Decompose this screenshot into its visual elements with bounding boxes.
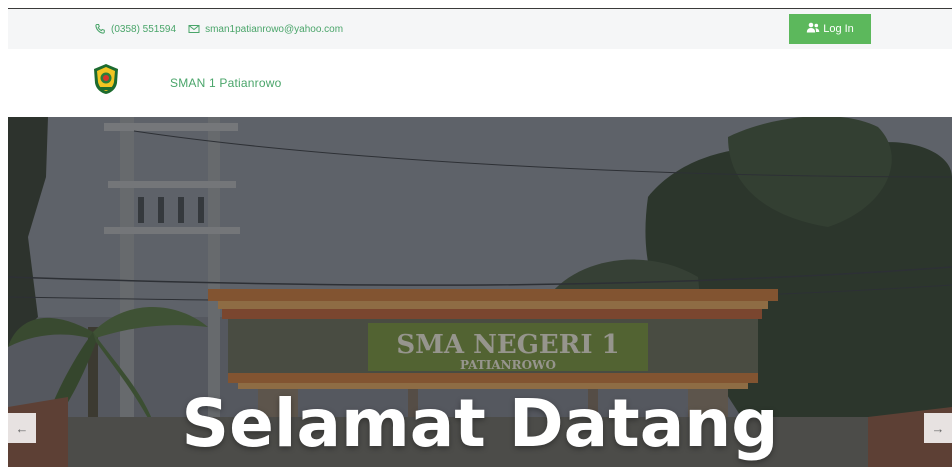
hero-title: Selamat Datang bbox=[181, 385, 779, 462]
slider-prev-button[interactable]: ← bbox=[8, 413, 36, 443]
school-logo[interactable] bbox=[92, 63, 120, 95]
top-contact-bar: (0358) 551594 sman1patianrowo@yahoo.com … bbox=[8, 9, 952, 49]
mail-icon bbox=[188, 23, 200, 35]
phone-number[interactable]: (0358) 551594 bbox=[111, 24, 176, 35]
site-title[interactable]: SMAN 1 Patianrowo bbox=[170, 76, 281, 90]
email-address[interactable]: sman1patianrowo@yahoo.com bbox=[205, 24, 343, 35]
arrow-left-icon: ← bbox=[15, 420, 29, 436]
arrow-right-icon: → bbox=[931, 420, 945, 436]
login-button[interactable]: Log In bbox=[789, 14, 871, 44]
phone-icon bbox=[94, 23, 106, 35]
contact-info: (0358) 551594 sman1patianrowo@yahoo.com bbox=[94, 9, 343, 49]
users-icon bbox=[806, 22, 820, 37]
login-label: Log In bbox=[823, 23, 854, 35]
site-header: SMAN 1 Patianrowo bbox=[8, 49, 952, 117]
hero-slider: SMA NEGERI 1 PATIANROWO Selamat Datang ←… bbox=[8, 117, 952, 467]
slider-next-button[interactable]: → bbox=[924, 413, 952, 443]
